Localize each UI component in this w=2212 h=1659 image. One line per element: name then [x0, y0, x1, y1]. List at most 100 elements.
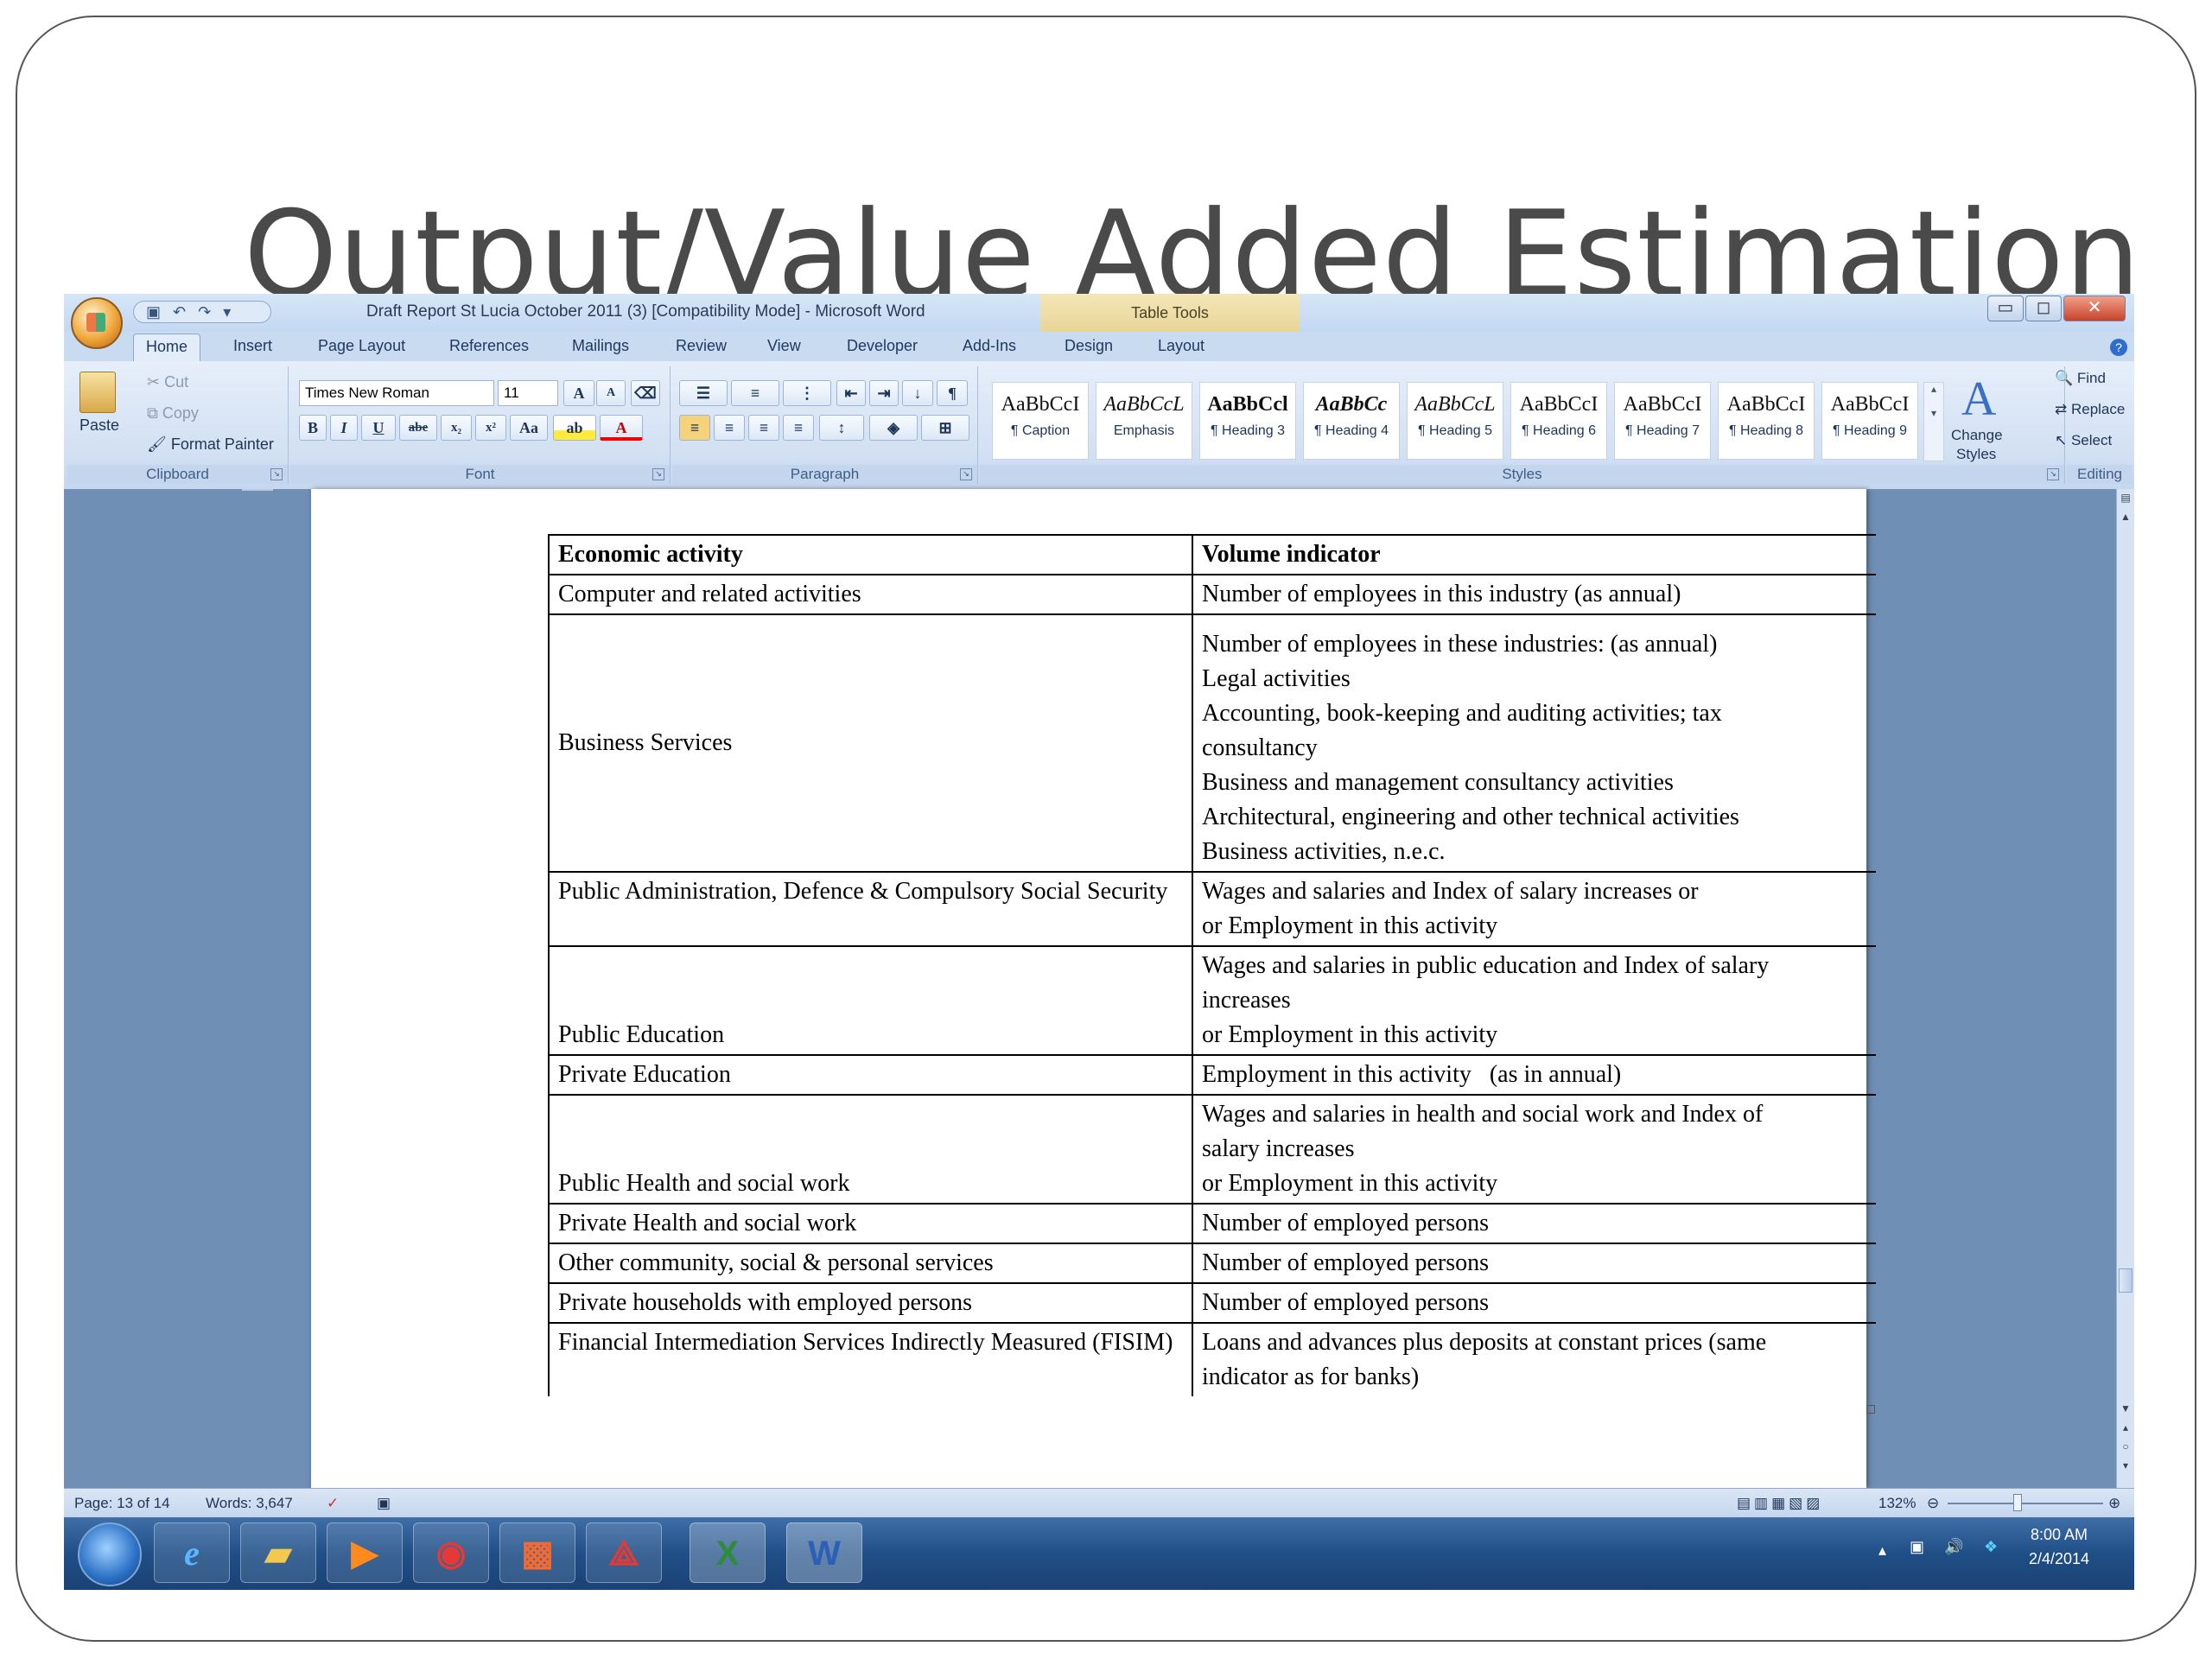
indicator-cell[interactable]: Number of employed persons [1192, 1203, 1876, 1244]
style-heading-9[interactable]: AaBbCcI ¶ Heading 9 [1821, 382, 1918, 460]
show-formatting-icon[interactable]: ¶ [937, 380, 968, 406]
next-page-icon[interactable]: ▾ [2117, 1457, 2134, 1474]
network-icon[interactable]: ▣ [1910, 1538, 1924, 1556]
tab-design[interactable]: Design [1065, 337, 1113, 355]
document-page[interactable]: Economic activity Volume indicator Compu… [311, 489, 1876, 1488]
font-size-combo[interactable]: 11 [498, 380, 558, 406]
paste-icon[interactable] [79, 372, 116, 413]
tab-review[interactable]: Review [676, 337, 727, 355]
indicator-cell[interactable]: Number of employees in these industries:… [1192, 613, 1876, 873]
clear-formatting-icon[interactable]: ⌫ [631, 380, 660, 406]
excel-icon[interactable]: X [690, 1522, 766, 1583]
subscript-button[interactable]: x₂ [441, 415, 472, 441]
tab-layout[interactable]: Layout [1158, 337, 1205, 355]
vertical-scrollbar[interactable]: ▤ ▲ ▼ ▴ ○ ▾ [2116, 489, 2134, 1488]
styles-scroll-icon[interactable]: ▴ ▾ [1923, 382, 1944, 461]
tab-page-layout[interactable]: Page Layout [318, 337, 405, 355]
minimize-button[interactable]: ▭ [1987, 296, 2024, 321]
media-player-icon[interactable]: ▶ [327, 1522, 403, 1583]
show-hidden-icons-icon[interactable]: ▴ [1878, 1541, 1886, 1560]
scroll-up-icon[interactable]: ▲ [2117, 508, 2134, 525]
indicator-cell[interactable]: Wages and salaries in public education a… [1192, 945, 1876, 1056]
indicator-cell[interactable]: Wages and salaries and Index of salary i… [1192, 871, 1876, 947]
dropbox-icon[interactable]: ❖ [1984, 1538, 1998, 1556]
strikethrough-button[interactable]: abe [399, 415, 437, 441]
redo-icon[interactable]: ↷ [198, 303, 211, 321]
activity-cell[interactable]: Public Health and social work [548, 1094, 1193, 1205]
justify-icon[interactable]: ≡ [783, 415, 814, 441]
indicator-cell[interactable]: Employment in this activity (as in annua… [1192, 1054, 1876, 1096]
macro-record-icon[interactable]: ▣ [377, 1495, 391, 1512]
font-color-icon[interactable]: A [600, 415, 643, 441]
style-heading-6[interactable]: AaBbCcI ¶ Heading 6 [1510, 382, 1607, 460]
office-button[interactable] [71, 297, 123, 349]
cut-button[interactable]: Cut [164, 373, 188, 391]
grow-font-button[interactable]: A [563, 380, 594, 406]
chrome-icon[interactable]: ◉ [413, 1522, 489, 1583]
tab-view[interactable]: View [767, 337, 801, 355]
increase-indent-icon[interactable]: ⇥ [869, 380, 899, 406]
style-heading-5[interactable]: AaBbCcL ¶ Heading 5 [1407, 382, 1503, 460]
tab-insert[interactable]: Insert [233, 337, 272, 355]
view-buttons-icon[interactable]: ▤▥▦▧▨ [1737, 1495, 1823, 1512]
tab-home[interactable]: Home [133, 334, 201, 361]
save-icon[interactable]: ▣ [146, 303, 161, 321]
find-button[interactable]: Find [2077, 370, 2106, 386]
zoom-slider[interactable] [1948, 1503, 2103, 1504]
clock-time[interactable]: 8:00 AM [2031, 1526, 2088, 1544]
underline-button[interactable]: U [361, 415, 396, 441]
indicator-cell[interactable]: Number of employees in this industry (as… [1192, 574, 1876, 615]
italic-button[interactable]: I [330, 415, 358, 441]
line-spacing-icon[interactable]: ↕ [819, 415, 864, 441]
zoom-slider-thumb[interactable] [2013, 1494, 2022, 1511]
table-resize-handle[interactable] [1866, 1405, 1875, 1414]
replace-button[interactable]: Replace [2071, 401, 2125, 417]
indicator-cell[interactable]: Number of employed persons [1192, 1243, 1876, 1284]
activity-cell[interactable]: Private households with employed persons [548, 1282, 1193, 1324]
decrease-indent-icon[interactable]: ⇤ [836, 380, 866, 406]
copy-button[interactable]: Copy [162, 404, 199, 422]
close-button[interactable]: ✕ [2063, 296, 2126, 321]
indicator-cell[interactable]: Loans and advances plus deposits at cons… [1192, 1322, 1876, 1396]
acrobat-icon[interactable]: ⟁ [586, 1522, 662, 1583]
tab-references[interactable]: References [449, 337, 529, 355]
clock-date[interactable]: 2/4/2014 [2029, 1550, 2089, 1568]
indicator-cell[interactable]: Wages and salaries in health and social … [1192, 1094, 1876, 1205]
start-button[interactable] [78, 1522, 142, 1586]
zoom-out-icon[interactable]: ⊖ [1927, 1495, 1939, 1512]
paragraph-launcher-icon[interactable]: ↘ [960, 468, 972, 480]
change-styles-button[interactable]: Change [1951, 427, 2003, 444]
change-case-button[interactable]: Aa [510, 415, 548, 441]
styles-launcher-icon[interactable]: ↘ [2047, 468, 2059, 480]
scroll-down-icon[interactable]: ▼ [2117, 1400, 2134, 1417]
previous-page-icon[interactable]: ▴ [2117, 1419, 2134, 1436]
change-styles-button-line2[interactable]: Styles [1956, 446, 1996, 463]
activity-cell[interactable]: Private Education [548, 1054, 1193, 1096]
multilevel-list-icon[interactable]: ⋮ [783, 380, 831, 406]
shrink-font-button[interactable]: A [596, 380, 626, 406]
activity-cell[interactable]: Other community, social & personal servi… [548, 1243, 1193, 1284]
clipboard-launcher-icon[interactable]: ↘ [270, 468, 283, 480]
activity-cell[interactable]: Public Education [548, 945, 1193, 1056]
file-explorer-icon[interactable]: ▰ [240, 1522, 316, 1583]
activity-cell[interactable]: Private Health and social work [548, 1203, 1193, 1244]
superscript-button[interactable]: x² [475, 415, 506, 441]
volume-icon[interactable]: 🔊 [1944, 1538, 1963, 1556]
tab-add-ins[interactable]: Add-Ins [963, 337, 1016, 355]
select-button[interactable]: Select [2071, 432, 2112, 448]
align-center-icon[interactable]: ≡ [714, 415, 745, 441]
shading-icon[interactable]: ◈ [869, 415, 918, 441]
tab-developer[interactable]: Developer [847, 337, 918, 355]
powerpoint-icon[interactable]: ▩ [499, 1522, 575, 1583]
word-count[interactable]: Words: 3,647 [206, 1495, 293, 1512]
style-heading-8[interactable]: AaBbCcI ¶ Heading 8 [1718, 382, 1815, 460]
help-icon[interactable]: ? [2110, 339, 2127, 356]
align-left-icon[interactable]: ≡ [679, 415, 710, 441]
zoom-level[interactable]: 132% [1878, 1495, 1916, 1512]
style-heading-4[interactable]: AaBbCc ¶ Heading 4 [1303, 382, 1400, 460]
borders-icon[interactable]: ⊞ [921, 415, 969, 441]
proofing-icon[interactable]: ✓ [327, 1495, 339, 1512]
browse-object-icon[interactable]: ○ [2117, 1438, 2134, 1455]
customize-qat-icon[interactable]: ▾ [223, 303, 231, 321]
word-icon[interactable]: W [786, 1522, 862, 1583]
